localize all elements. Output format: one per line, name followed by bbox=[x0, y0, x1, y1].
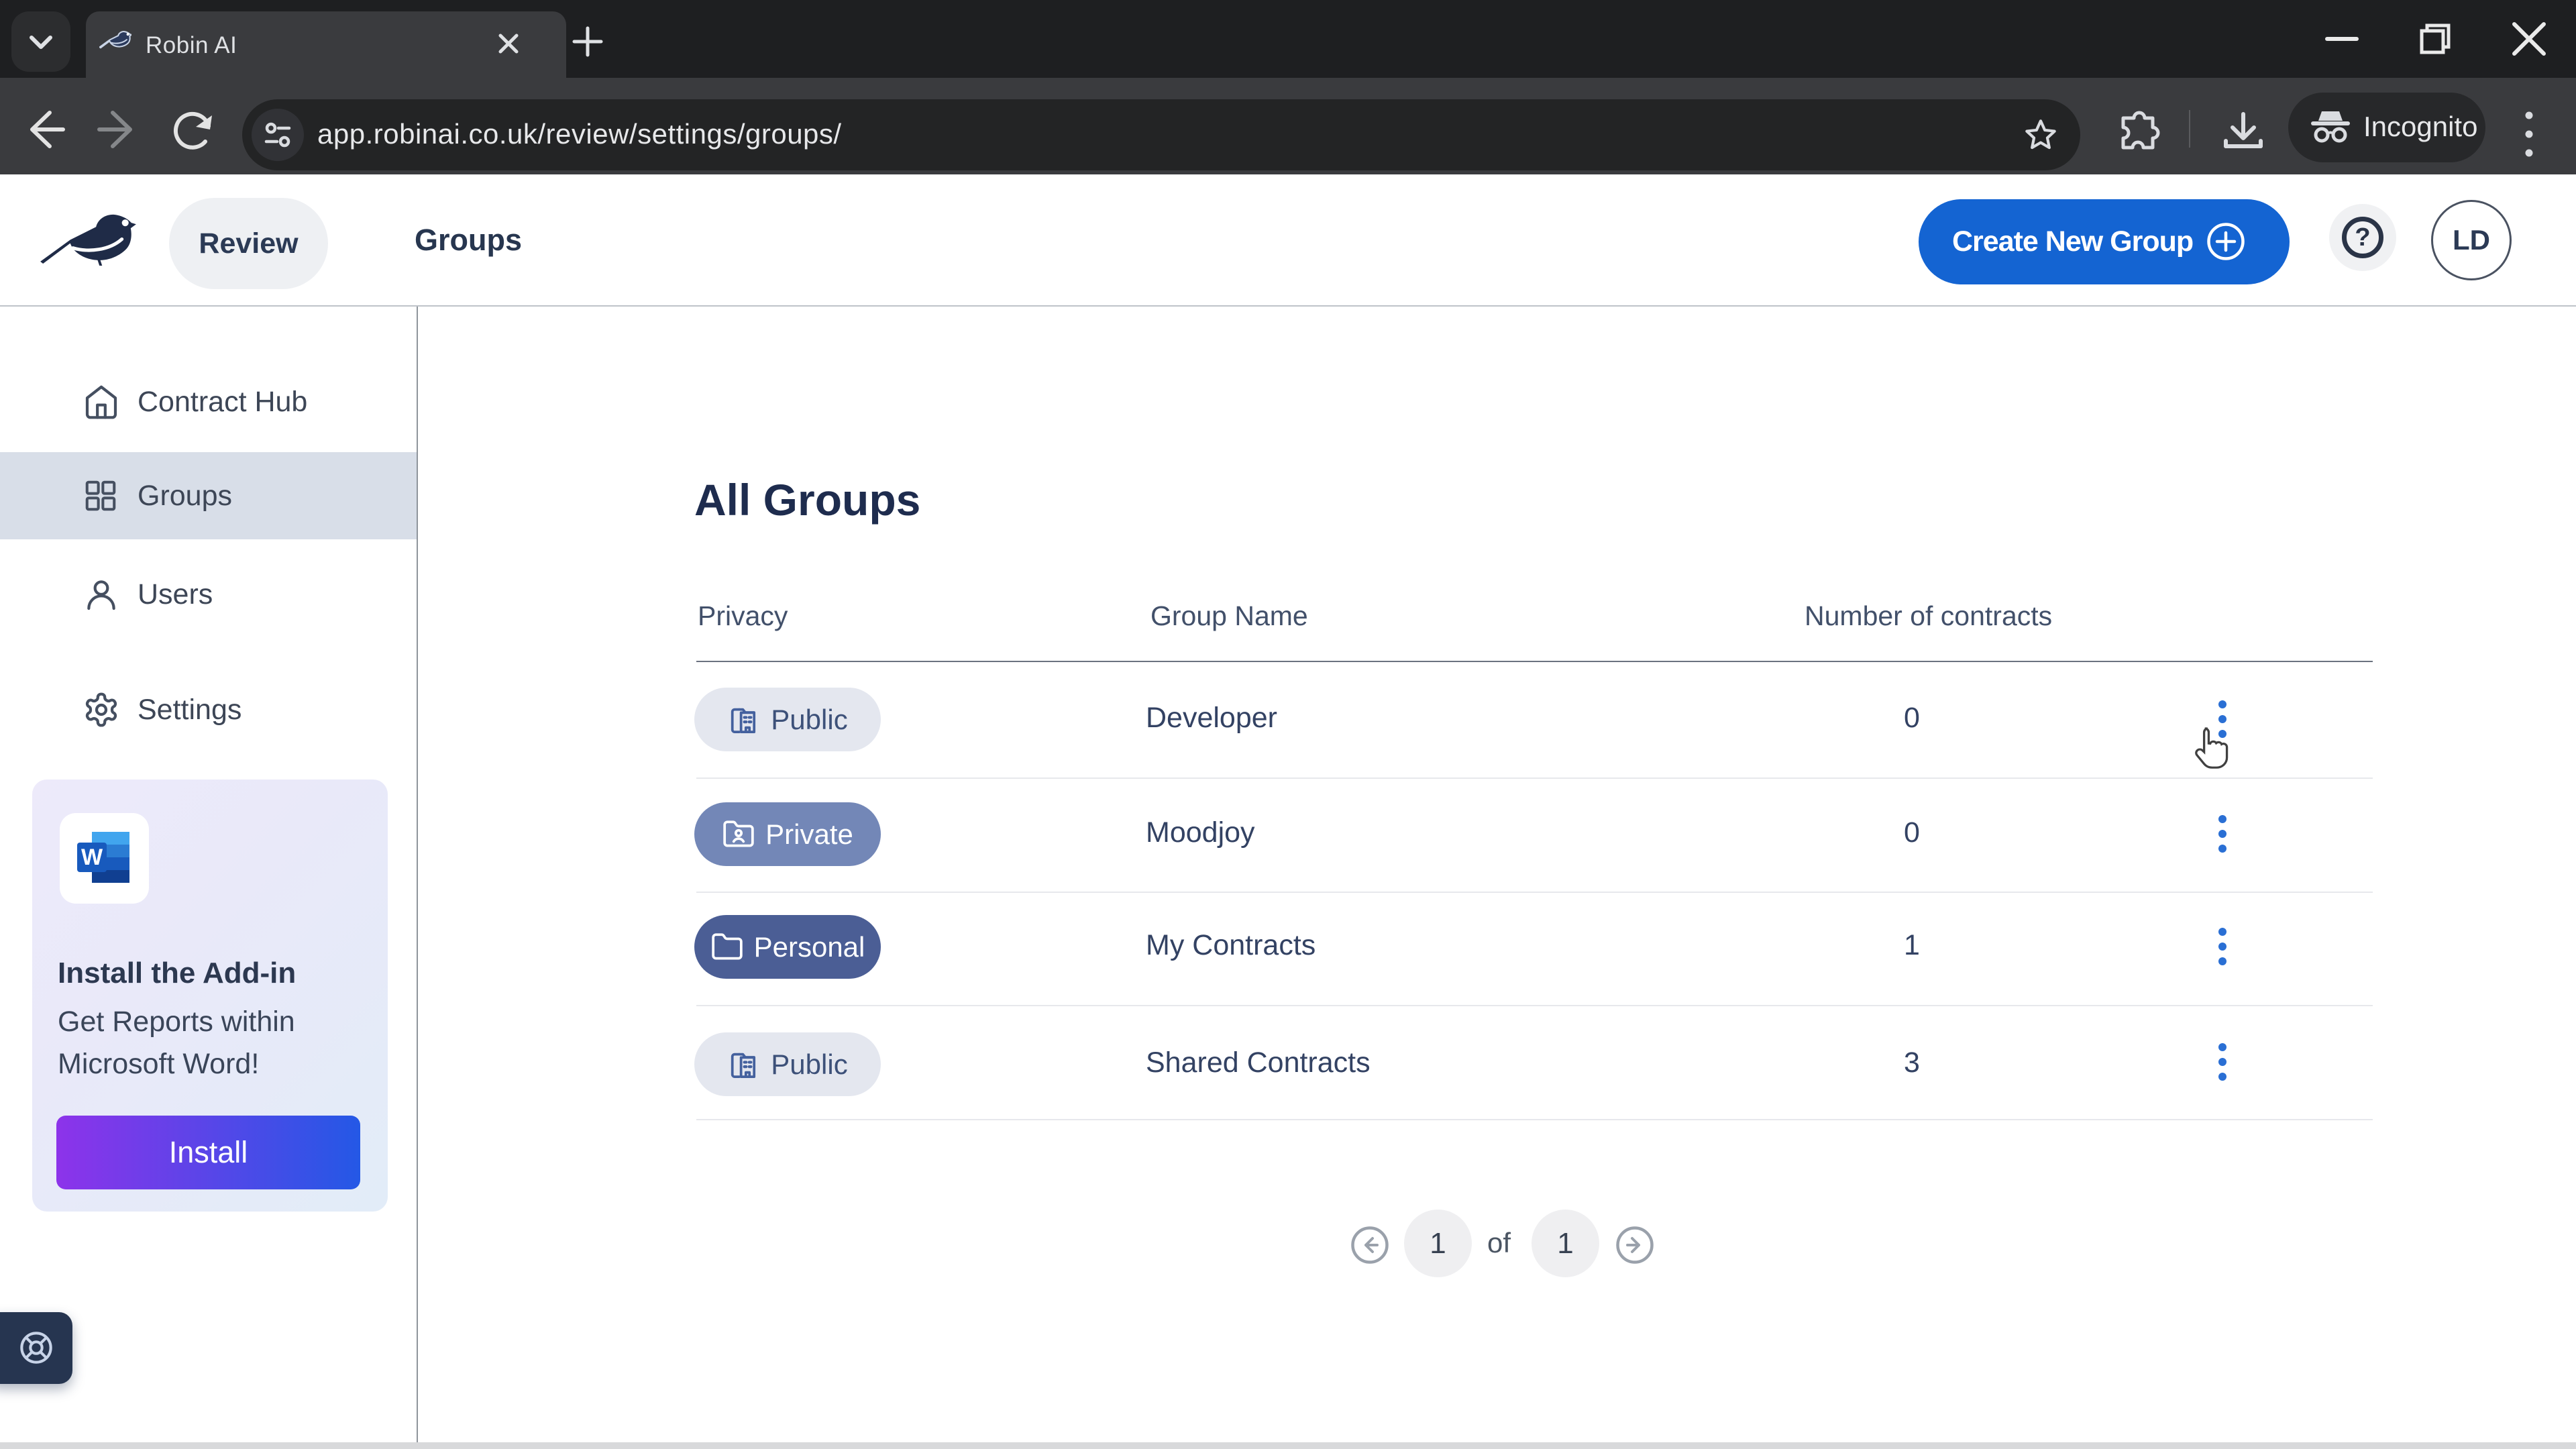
svg-text:W: W bbox=[81, 845, 103, 870]
